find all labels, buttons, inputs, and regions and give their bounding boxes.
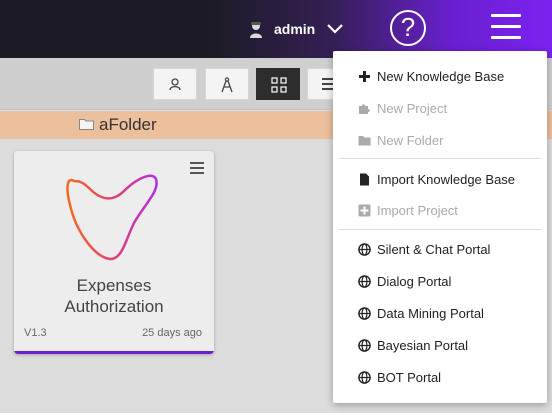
- user-name[interactable]: admin: [274, 21, 315, 37]
- folder-icon: [79, 119, 94, 130]
- compass-icon: [221, 77, 233, 93]
- project-card[interactable]: Expenses Authorization V1.3 25 days ago: [14, 151, 214, 354]
- menu-item-silent-chat-portal[interactable]: Silent & Chat Portal: [333, 236, 547, 264]
- globe-icon: [358, 243, 371, 256]
- menu-item-label: New Folder: [377, 133, 444, 148]
- compass-view-button[interactable]: [205, 68, 249, 100]
- menu-divider: [339, 158, 541, 159]
- project-title-line1: Expenses: [76, 276, 152, 295]
- project-age: 25 days ago: [142, 327, 202, 339]
- project-title-line2: Authorization: [64, 297, 164, 316]
- menu-item-dialog-portal[interactable]: Dialog Portal: [333, 268, 547, 296]
- project-logo-icon: [66, 174, 158, 261]
- menu-item-new-folder[interactable]: New Folder: [333, 127, 547, 155]
- menu-item-label: Silent & Chat Portal: [377, 242, 491, 257]
- help-button[interactable]: ?: [390, 10, 426, 46]
- menu-item-label: New Project: [377, 101, 448, 116]
- grid-view-button[interactable]: [256, 68, 300, 100]
- menu-item-label: New Knowledge Base: [377, 69, 505, 84]
- main-dropdown-menu: New Knowledge Base New Project New Folde…: [333, 51, 547, 403]
- puzzle-icon: [359, 104, 370, 114]
- menu-item-new-knowledge-base[interactable]: New Knowledge Base: [333, 63, 547, 91]
- card-menu-icon[interactable]: [190, 162, 204, 174]
- menu-item-label: Bayesian Portal: [377, 338, 469, 353]
- main-menu-button[interactable]: [491, 12, 521, 42]
- menu-item-bayesian-portal[interactable]: Bayesian Portal: [333, 332, 547, 360]
- folder-name[interactable]: aFolder: [99, 115, 157, 135]
- person-view-button[interactable]: [153, 68, 197, 100]
- file-icon: [360, 173, 369, 186]
- globe-icon: [358, 371, 371, 384]
- project-title: Expenses Authorization: [14, 275, 214, 317]
- grid-icon: [271, 77, 287, 93]
- menu-item-label: Data Mining Portal: [377, 306, 484, 321]
- menu-item-new-project[interactable]: New Project: [333, 95, 547, 123]
- chevron-down-icon[interactable]: [326, 23, 344, 35]
- plus-icon: [359, 71, 370, 82]
- plus-square-icon: [358, 204, 371, 217]
- menu-divider: [339, 229, 541, 230]
- folder-icon: [358, 136, 371, 146]
- user-icon: [250, 22, 262, 38]
- globe-icon: [358, 307, 371, 320]
- menu-item-label: BOT Portal: [377, 370, 442, 385]
- menu-item-label: Dialog Portal: [377, 274, 452, 289]
- menu-item-label: Import Knowledge Base: [377, 172, 516, 187]
- card-accent-bar: [14, 351, 214, 354]
- menu-item-import-knowledge-base[interactable]: Import Knowledge Base: [333, 166, 547, 194]
- person-icon: [169, 78, 181, 91]
- menu-item-label: Import Project: [377, 203, 458, 218]
- globe-icon: [358, 275, 371, 288]
- globe-icon: [358, 339, 371, 352]
- project-version: V1.3: [24, 327, 47, 339]
- menu-item-data-mining-portal[interactable]: Data Mining Portal: [333, 300, 547, 328]
- menu-item-bot-portal[interactable]: BOT Portal: [333, 364, 547, 392]
- menu-item-import-project[interactable]: Import Project: [333, 197, 547, 225]
- top-bar: admin ?: [0, 0, 552, 58]
